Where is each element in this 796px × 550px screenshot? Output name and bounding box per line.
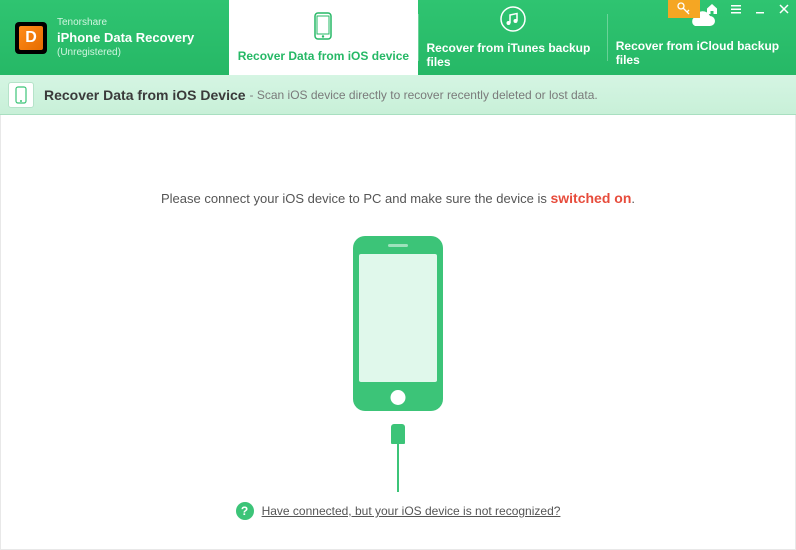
- cable-illustration: [391, 416, 405, 492]
- subheader: Recover Data from iOS Device - Scan iOS …: [0, 75, 796, 115]
- tab-recover-ios-device[interactable]: Recover Data from iOS device: [229, 0, 417, 75]
- minimize-icon: [754, 3, 766, 15]
- phone-home-button-icon: [391, 390, 406, 405]
- cable-connector: [391, 424, 405, 444]
- minimize-button[interactable]: [748, 0, 772, 18]
- menu-button[interactable]: [724, 0, 748, 18]
- device-not-recognized-link[interactable]: Have connected, but your iOS device is n…: [262, 504, 561, 518]
- subheader-desc: - Scan iOS device directly to recover re…: [250, 88, 598, 102]
- brand-logo-icon: D: [15, 22, 47, 54]
- connect-msg-suffix: .: [631, 191, 635, 206]
- phone-screen: [359, 254, 437, 382]
- home-button[interactable]: [700, 0, 724, 18]
- brand-section: D Tenorshare iPhone Data Recovery (Unreg…: [0, 0, 229, 75]
- footer-help: ? Have connected, but your iOS device is…: [0, 502, 796, 520]
- phone-body: [353, 236, 443, 411]
- help-icon: ?: [236, 502, 254, 520]
- main-wrap: Recover Data from iOS Device - Scan iOS …: [0, 75, 796, 550]
- key-icon: [677, 2, 691, 16]
- phone-icon: [313, 12, 333, 43]
- brand-icon-letter: D: [19, 26, 43, 50]
- music-note-icon: [500, 6, 526, 35]
- phone-speaker: [388, 244, 408, 247]
- connect-msg-prefix: Please connect your iOS device to PC and…: [161, 191, 550, 206]
- cable-line: [397, 444, 399, 492]
- brand-product: iPhone Data Recovery: [57, 30, 194, 45]
- tab-label: Recover from iTunes backup files: [427, 41, 599, 69]
- close-button[interactable]: [772, 0, 796, 18]
- brand-company: Tenorshare: [57, 17, 194, 28]
- register-key-button[interactable]: [668, 0, 700, 18]
- menu-icon: [730, 3, 742, 15]
- phone-small-icon: [8, 82, 34, 108]
- phone-illustration: [353, 236, 443, 492]
- main-header: D Tenorshare iPhone Data Recovery (Unreg…: [0, 0, 796, 75]
- home-icon: [706, 3, 718, 15]
- close-icon: [778, 3, 790, 15]
- tab-label: Recover from iCloud backup files: [616, 39, 788, 67]
- brand-text: Tenorshare iPhone Data Recovery (Unregis…: [57, 17, 194, 58]
- subheader-title: Recover Data from iOS Device: [44, 87, 246, 103]
- content-area: Please connect your iOS device to PC and…: [0, 115, 796, 550]
- brand-status: (Unregistered): [57, 47, 194, 58]
- connect-msg-highlight: switched on: [550, 190, 631, 206]
- tab-recover-itunes-backup[interactable]: Recover from iTunes backup files: [419, 0, 607, 75]
- connect-message: Please connect your iOS device to PC and…: [161, 190, 635, 206]
- tab-label: Recover Data from iOS device: [238, 49, 409, 63]
- window-controls: [668, 0, 796, 18]
